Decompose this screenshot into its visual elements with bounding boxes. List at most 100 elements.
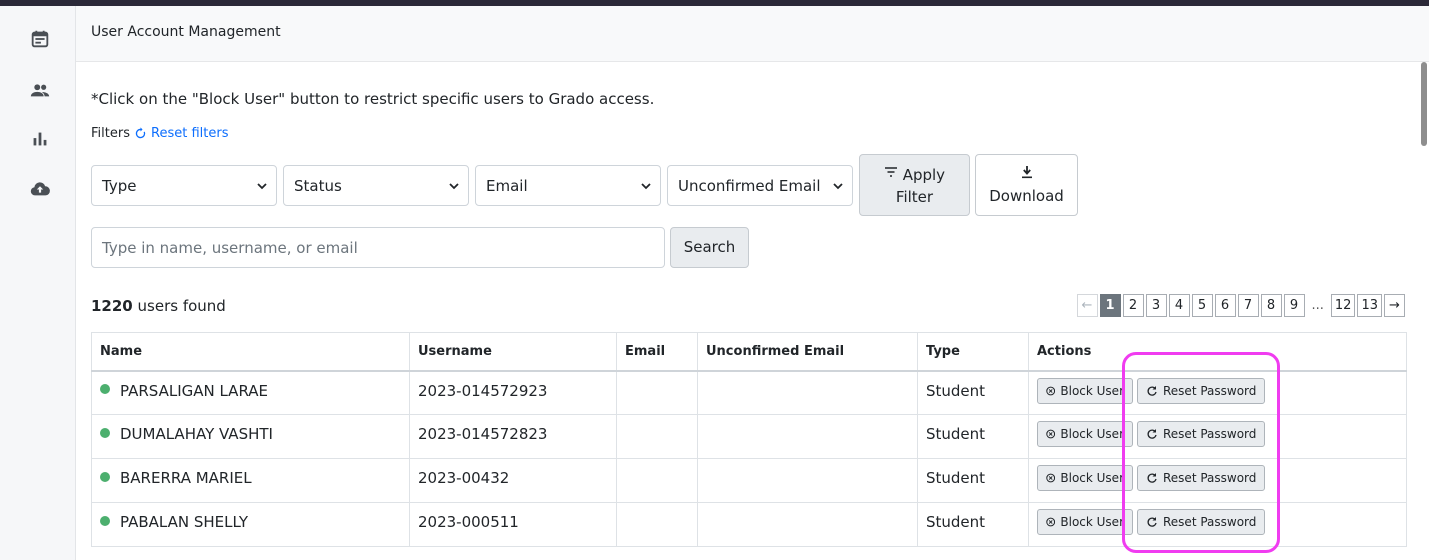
status-dot bbox=[100, 471, 110, 482]
cell-username: 2023-014572823 bbox=[409, 414, 617, 459]
cell-actions: Block User Reset Password bbox=[1028, 414, 1407, 459]
search-button[interactable]: Search bbox=[670, 227, 749, 268]
cell-name: PARSALIGAN LARAE bbox=[91, 370, 410, 415]
prev-page-button[interactable]: ← bbox=[1076, 294, 1098, 317]
apply-filter-button[interactable]: Apply Filter bbox=[859, 154, 970, 216]
block-user-button[interactable]: Block User bbox=[1037, 509, 1133, 535]
chevron-down-icon bbox=[257, 183, 267, 190]
status-select-value: Status bbox=[294, 177, 342, 195]
column-header-username[interactable]: Username bbox=[409, 332, 617, 372]
search-button-label: Search bbox=[683, 238, 736, 256]
block-icon bbox=[1046, 473, 1056, 483]
bar-chart-icon[interactable] bbox=[29, 128, 51, 150]
table-header-row: Name Username Email Unconfirmed Email Ty… bbox=[91, 332, 1407, 372]
cell-username: 2023-00432 bbox=[409, 458, 617, 503]
cell-actions: Block User Reset Password bbox=[1028, 370, 1407, 415]
cell-type: Student bbox=[917, 458, 1029, 503]
page-2-button[interactable]: 2 bbox=[1122, 294, 1144, 317]
block-user-label: Block User bbox=[1060, 383, 1124, 398]
cell-unconfirmed-email bbox=[697, 370, 918, 415]
cell-unconfirmed-email bbox=[697, 458, 918, 503]
reset-password-label: Reset Password bbox=[1163, 383, 1257, 398]
reset-password-button[interactable]: Reset Password bbox=[1137, 509, 1266, 535]
page-12-button[interactable]: 12 bbox=[1330, 294, 1356, 317]
cell-email bbox=[616, 458, 698, 503]
user-name: PABALAN SHELLY bbox=[120, 513, 249, 531]
block-user-button[interactable]: Block User bbox=[1037, 465, 1133, 491]
reset-password-label: Reset Password bbox=[1163, 515, 1257, 529]
download-label: Download bbox=[989, 187, 1064, 205]
search-placeholder: Type in name, username, or email bbox=[102, 239, 358, 257]
pagination-ellipsis: ... bbox=[1311, 298, 1324, 313]
page-6-button[interactable]: 6 bbox=[1214, 294, 1236, 317]
cell-type: Student bbox=[917, 502, 1029, 547]
unconfirmed-email-select-value: Unconfirmed Email bbox=[678, 177, 821, 195]
scrollbar[interactable] bbox=[1421, 62, 1427, 146]
type-select-value: Type bbox=[102, 177, 137, 195]
email-select[interactable]: Email bbox=[475, 165, 661, 206]
reset-filters-label: Reset filters bbox=[151, 126, 229, 141]
user-name: DUMALAHAY VASHTI bbox=[120, 425, 273, 443]
status-dot bbox=[100, 515, 110, 526]
cell-name: PABALAN SHELLY bbox=[91, 502, 410, 547]
cell-actions: Block User Reset Password bbox=[1028, 502, 1407, 547]
user-name: PARSALIGAN LARAE bbox=[120, 381, 269, 400]
column-header-type[interactable]: Type bbox=[917, 332, 1029, 372]
refresh-icon bbox=[135, 127, 146, 139]
column-header-actions: Actions bbox=[1028, 332, 1407, 372]
block-icon bbox=[1046, 386, 1056, 395]
column-header-name[interactable]: Name bbox=[91, 332, 410, 372]
column-header-email[interactable]: Email bbox=[616, 332, 698, 372]
cell-unconfirmed-email bbox=[697, 414, 918, 459]
results-count-number: 1220 bbox=[91, 297, 133, 315]
unconfirmed-email-select[interactable]: Unconfirmed Email bbox=[667, 165, 853, 206]
page-13-button[interactable]: 13 bbox=[1357, 294, 1382, 317]
page-3-button[interactable]: 3 bbox=[1145, 294, 1167, 317]
reset-password-button[interactable]: Reset Password bbox=[1137, 465, 1266, 491]
page-8-button[interactable]: 8 bbox=[1260, 294, 1282, 317]
sidebar bbox=[0, 6, 76, 560]
block-user-button[interactable]: Block User bbox=[1037, 421, 1133, 447]
cell-email bbox=[616, 502, 698, 547]
page-5-button[interactable]: 5 bbox=[1191, 294, 1213, 317]
page-4-button[interactable]: 4 bbox=[1168, 294, 1190, 317]
status-select[interactable]: Status bbox=[283, 165, 469, 206]
instruction-text: *Click on the "Block User" button to res… bbox=[91, 90, 655, 108]
block-user-label: Block User bbox=[1060, 471, 1124, 485]
apply-filter-label-2: Filter bbox=[895, 188, 934, 206]
reset-password-label: Reset Password bbox=[1163, 471, 1257, 485]
users-table: Name Username Email Unconfirmed Email Ty… bbox=[91, 332, 1407, 547]
block-user-button[interactable]: Block User bbox=[1037, 377, 1133, 404]
chevron-down-icon bbox=[641, 183, 651, 190]
email-select-value: Email bbox=[486, 177, 528, 195]
page-header: User Account Management bbox=[76, 6, 1429, 62]
page-1-button[interactable]: 1 bbox=[1099, 294, 1121, 317]
page-7-button[interactable]: 7 bbox=[1237, 294, 1259, 317]
cell-type: Student bbox=[917, 414, 1029, 459]
cell-actions: Block User Reset Password bbox=[1028, 458, 1407, 503]
cell-username: 2023-014572923 bbox=[409, 370, 617, 415]
cloud-upload-icon[interactable] bbox=[29, 178, 51, 200]
cell-username: 2023-000511 bbox=[409, 502, 617, 547]
block-user-label: Block User bbox=[1060, 427, 1124, 441]
user-name: BARERRA MARIEL bbox=[120, 469, 252, 487]
block-user-label: Block User bbox=[1060, 515, 1124, 529]
status-dot bbox=[100, 384, 110, 394]
calendar-icon[interactable] bbox=[29, 28, 51, 50]
next-page-button[interactable]: → bbox=[1384, 294, 1405, 317]
page-9-button[interactable]: 9 bbox=[1283, 294, 1305, 317]
download-button[interactable]: Download bbox=[975, 154, 1078, 216]
refresh-icon bbox=[1147, 517, 1157, 527]
search-input[interactable]: Type in name, username, or email bbox=[91, 227, 665, 268]
refresh-icon bbox=[1147, 429, 1157, 439]
reset-filters-link[interactable]: Reset filters bbox=[134, 126, 228, 141]
reset-password-button[interactable]: Reset Password bbox=[1137, 377, 1266, 404]
results-count-suffix: users found bbox=[132, 297, 226, 315]
reset-password-button[interactable]: Reset Password bbox=[1137, 421, 1266, 447]
column-header-unconfirmed-email[interactable]: Unconfirmed Email bbox=[697, 332, 918, 372]
table-row: PABALAN SHELLY 2023-000511 Student Block… bbox=[91, 502, 1407, 547]
pagination: ← 1 2 3 4 5 6 7 8 9 ... 12 13 → bbox=[1076, 294, 1405, 317]
type-select[interactable]: Type bbox=[91, 165, 277, 206]
download-icon bbox=[1021, 166, 1032, 179]
users-icon[interactable] bbox=[29, 79, 51, 101]
